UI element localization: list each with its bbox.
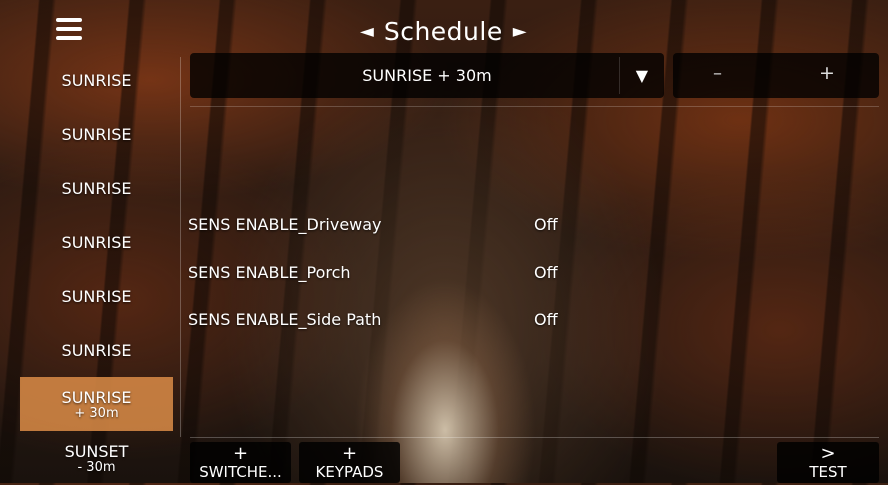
event-time-select[interactable]: SUNRISE + 30m ▼ (190, 53, 664, 98)
title-bar: ◄ Schedule ► (360, 14, 527, 48)
hamburger-menu-icon[interactable] (56, 18, 82, 40)
sidebar-item-sunrise-plus-30m[interactable]: SUNRISE + 30m (20, 377, 173, 431)
dropdown-caret-icon[interactable]: ▼ (636, 66, 648, 85)
test-button[interactable]: > TEST (777, 442, 879, 483)
sidebar-item-label: SUNRISE (61, 70, 132, 90)
button-label: TEST (809, 463, 847, 481)
page-title: Schedule (383, 16, 503, 46)
switch-name: SENS ENABLE_Driveway (188, 215, 382, 234)
button-label: SWITCHE... (199, 463, 282, 481)
sidebar-item-label: SUNRISE (61, 124, 132, 144)
switch-state[interactable]: Off (534, 215, 558, 234)
list-item[interactable]: SENS ENABLE_Porch Off (188, 259, 788, 289)
chevron-right-icon: > (820, 443, 836, 464)
sidebar-item-sunset-minus-30m[interactable]: SUNSET - 30m (20, 431, 173, 485)
list-item[interactable]: SENS ENABLE_Side Path Off (188, 306, 788, 336)
select-separator (619, 57, 620, 94)
prev-schedule-arrow-icon[interactable]: ◄ (360, 21, 374, 42)
sidebar-item-offset: + 30m (74, 405, 119, 421)
footer-divider (190, 437, 879, 438)
next-schedule-arrow-icon[interactable]: ► (513, 21, 527, 42)
sidebar-item-label: SUNRISE (61, 232, 132, 252)
sidebar-item-sunrise-4[interactable]: SUNRISE (20, 215, 173, 269)
schedule-event-list: SUNRISE SUNRISE SUNRISE SUNRISE SUNRISE … (20, 53, 173, 485)
sidebar-item-sunrise-1[interactable]: SUNRISE (20, 53, 173, 107)
sidebar-item-sunrise-3[interactable]: SUNRISE (20, 161, 173, 215)
button-label: KEYPADS (315, 463, 384, 481)
sidebar-item-sunrise-6[interactable]: SUNRISE (20, 323, 173, 377)
list-item[interactable]: SENS ENABLE_Driveway Off (188, 211, 788, 241)
plus-icon: + (232, 443, 249, 464)
decrease-offset-button[interactable]: – (713, 63, 722, 84)
sidebar-item-label: SUNRISE (61, 387, 132, 407)
plus-icon: + (341, 443, 358, 464)
switch-state[interactable]: Off (534, 310, 558, 329)
switch-name: SENS ENABLE_Side Path (188, 310, 382, 329)
sidebar-item-sunrise-5[interactable]: SUNRISE (20, 269, 173, 323)
switch-state[interactable]: Off (534, 263, 558, 282)
sidebar-item-label: SUNSET (64, 441, 129, 461)
time-offset-stepper: – + (673, 53, 879, 98)
increase-offset-button[interactable]: + (819, 62, 835, 84)
add-keypads-button[interactable]: + KEYPADS (299, 442, 400, 483)
sidebar-item-offset: - 30m (77, 459, 116, 475)
sidebar-divider (180, 57, 181, 437)
sidebar-item-label: SUNRISE (61, 286, 132, 306)
sidebar-item-label: SUNRISE (61, 340, 132, 360)
sidebar-item-label: SUNRISE (61, 178, 132, 198)
header-divider (190, 106, 879, 107)
event-time-value: SUNRISE + 30m (362, 66, 492, 85)
add-switches-button[interactable]: + SWITCHE... (190, 442, 291, 483)
switch-name: SENS ENABLE_Porch (188, 263, 351, 282)
sidebar-item-sunrise-2[interactable]: SUNRISE (20, 107, 173, 161)
